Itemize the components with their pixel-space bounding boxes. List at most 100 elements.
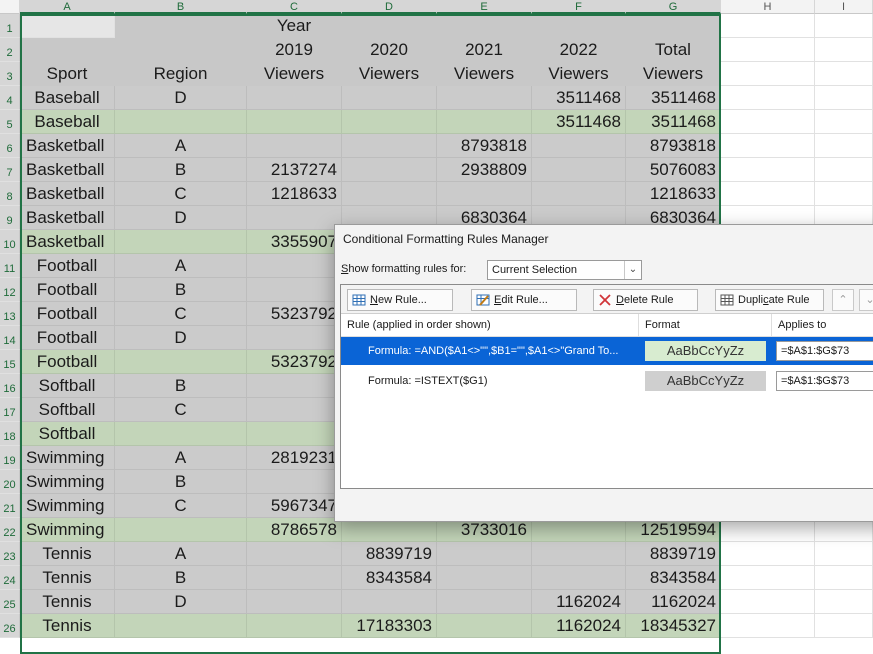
- cell-C9[interactable]: [247, 206, 342, 230]
- cell-B23[interactable]: A: [115, 542, 247, 566]
- cell-D26[interactable]: 17183303: [342, 614, 437, 638]
- cell-B22[interactable]: [115, 518, 247, 542]
- cell-B16[interactable]: B: [115, 374, 247, 398]
- cell-F3[interactable]: Viewers: [532, 62, 626, 86]
- row-header-1[interactable]: 1: [0, 14, 20, 38]
- cell-A20[interactable]: Swimming: [20, 470, 115, 494]
- cell-B7[interactable]: B: [115, 158, 247, 182]
- rule-row-1[interactable]: Formula: =AND($A1<>"",$B1="",$A1<>"Grand…: [341, 337, 873, 365]
- applies-to-field[interactable]: =$A$1:$G$73: [776, 341, 873, 361]
- cell-A4[interactable]: Baseball: [20, 86, 115, 110]
- cell-E26[interactable]: [437, 614, 532, 638]
- row-header-3[interactable]: 3: [0, 62, 20, 86]
- row-header-19[interactable]: 19: [0, 446, 20, 470]
- cell-F6[interactable]: [532, 134, 626, 158]
- cell-B9[interactable]: D: [115, 206, 247, 230]
- row-header-13[interactable]: 13: [0, 302, 20, 326]
- cell-A16[interactable]: Softball: [20, 374, 115, 398]
- row-header-5[interactable]: 5: [0, 110, 20, 134]
- column-header-E[interactable]: E: [437, 0, 532, 14]
- cell-F26[interactable]: 1162024: [532, 614, 626, 638]
- cell-D7[interactable]: [342, 158, 437, 182]
- select-all-corner[interactable]: [0, 0, 20, 14]
- cell-F7[interactable]: [532, 158, 626, 182]
- cell-A17[interactable]: Softball: [20, 398, 115, 422]
- row-header-9[interactable]: 9: [0, 206, 20, 230]
- delete-rule-button[interactable]: Delete Rule: [593, 289, 698, 311]
- cell-B6[interactable]: A: [115, 134, 247, 158]
- column-header-C[interactable]: C: [247, 0, 342, 14]
- cell-B18[interactable]: [115, 422, 247, 446]
- cell-I4[interactable]: [815, 86, 873, 110]
- cell-A26[interactable]: Tennis: [20, 614, 115, 638]
- cell-C23[interactable]: [247, 542, 342, 566]
- row-header-17[interactable]: 17: [0, 398, 20, 422]
- cell-F2[interactable]: 2022: [532, 38, 626, 62]
- cell-H8[interactable]: [721, 182, 815, 206]
- cell-E25[interactable]: [437, 590, 532, 614]
- row-header-10[interactable]: 10: [0, 230, 20, 254]
- cell-I5[interactable]: [815, 110, 873, 134]
- cell-C6[interactable]: [247, 134, 342, 158]
- row-header-18[interactable]: 18: [0, 422, 20, 446]
- cell-D6[interactable]: [342, 134, 437, 158]
- row-header-23[interactable]: 23: [0, 542, 20, 566]
- cell-I23[interactable]: [815, 542, 873, 566]
- cell-F24[interactable]: [532, 566, 626, 590]
- cell-A22[interactable]: Swimming: [20, 518, 115, 542]
- cell-F8[interactable]: [532, 182, 626, 206]
- row-header-16[interactable]: 16: [0, 374, 20, 398]
- cell-A18[interactable]: Softball: [20, 422, 115, 446]
- cell-G26[interactable]: 18345327: [626, 614, 721, 638]
- cell-A15[interactable]: Football: [20, 350, 115, 374]
- cell-B19[interactable]: A: [115, 446, 247, 470]
- row-header-24[interactable]: 24: [0, 566, 20, 590]
- cell-A11[interactable]: Football: [20, 254, 115, 278]
- applies-to-field[interactable]: =$A$1:$G$73: [776, 371, 873, 391]
- cell-I3[interactable]: [815, 62, 873, 86]
- cell-B26[interactable]: [115, 614, 247, 638]
- cell-H25[interactable]: [721, 590, 815, 614]
- cell-A23[interactable]: Tennis: [20, 542, 115, 566]
- cell-I6[interactable]: [815, 134, 873, 158]
- show-rules-select[interactable]: Current Selection ⌄: [487, 260, 642, 280]
- cell-F1[interactable]: [532, 14, 626, 38]
- cell-A2[interactable]: [20, 38, 115, 62]
- column-header-B[interactable]: B: [115, 0, 247, 14]
- cell-G7[interactable]: 5076083: [626, 158, 721, 182]
- cell-H4[interactable]: [721, 86, 815, 110]
- cell-E6[interactable]: 8793818: [437, 134, 532, 158]
- cell-D5[interactable]: [342, 110, 437, 134]
- cell-A14[interactable]: Football: [20, 326, 115, 350]
- cell-F4[interactable]: 3511468: [532, 86, 626, 110]
- cell-G4[interactable]: 3511468: [626, 86, 721, 110]
- cell-C5[interactable]: [247, 110, 342, 134]
- row-header-14[interactable]: 14: [0, 326, 20, 350]
- cell-D2[interactable]: 2020: [342, 38, 437, 62]
- cell-A1[interactable]: [20, 14, 115, 38]
- cell-I2[interactable]: [815, 38, 873, 62]
- cell-A5[interactable]: Baseball: [20, 110, 115, 134]
- cell-D1[interactable]: [342, 14, 437, 38]
- cell-A24[interactable]: Tennis: [20, 566, 115, 590]
- cell-B2[interactable]: [115, 38, 247, 62]
- cell-I24[interactable]: [815, 566, 873, 590]
- duplicate-rule-button[interactable]: Duplicate Rule: [715, 289, 824, 311]
- cell-H1[interactable]: [721, 14, 815, 38]
- cell-C13[interactable]: 5323792: [247, 302, 342, 326]
- column-header-I[interactable]: I: [815, 0, 873, 14]
- row-header-11[interactable]: 11: [0, 254, 20, 278]
- cell-I25[interactable]: [815, 590, 873, 614]
- cell-C26[interactable]: [247, 614, 342, 638]
- cell-A19[interactable]: Swimming: [20, 446, 115, 470]
- move-up-button[interactable]: ⌃: [832, 289, 854, 311]
- cell-B24[interactable]: B: [115, 566, 247, 590]
- cell-G6[interactable]: 8793818: [626, 134, 721, 158]
- cell-C3[interactable]: Viewers: [247, 62, 342, 86]
- cell-H24[interactable]: [721, 566, 815, 590]
- row-header-26[interactable]: 26: [0, 614, 20, 638]
- cell-C11[interactable]: [247, 254, 342, 278]
- cell-F5[interactable]: 3511468: [532, 110, 626, 134]
- cell-I8[interactable]: [815, 182, 873, 206]
- column-header-H[interactable]: H: [721, 0, 815, 14]
